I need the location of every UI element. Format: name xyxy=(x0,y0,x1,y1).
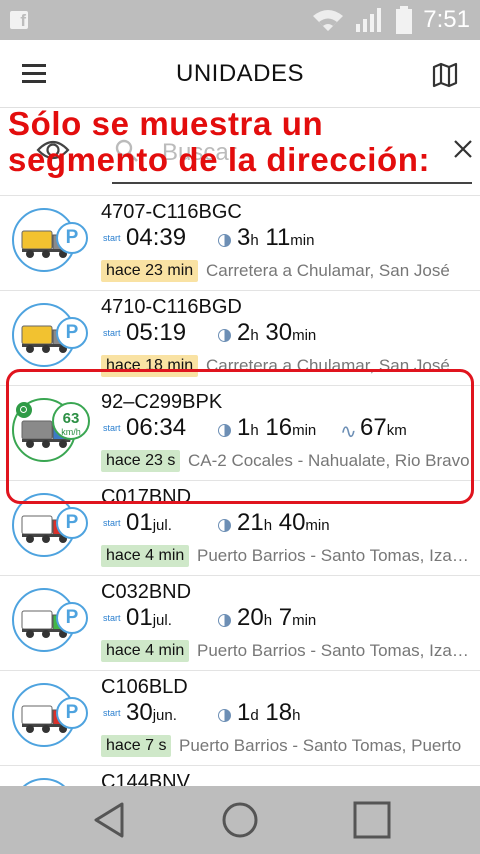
parked-badge: P xyxy=(56,697,88,729)
facebook-icon: f xyxy=(10,11,28,30)
address: Puerto Barrios - Santo Tomas, Izabal xyxy=(197,641,470,660)
signal-icon xyxy=(356,8,382,32)
speed-badge: 63 km/h xyxy=(52,402,90,440)
navigation-bar xyxy=(0,786,480,854)
start-label: start xyxy=(103,423,121,433)
parked-badge: P xyxy=(56,602,88,634)
distance-icon: ∿ xyxy=(340,421,357,443)
parked-badge: P xyxy=(56,222,88,254)
close-icon[interactable] xyxy=(452,138,474,160)
duration: 1h 16min xyxy=(237,414,317,441)
unit-name: 4707-C116BGC xyxy=(101,201,242,223)
search-icon xyxy=(115,139,138,162)
unit-name: 92–C299BPK xyxy=(101,391,223,413)
search-underline xyxy=(112,182,472,184)
unit-row[interactable]: P C017BND start 01jul. 21h 40min hace 4 min Pu… xyxy=(0,481,480,576)
search-bar xyxy=(0,108,480,196)
status-bar: f 7:51 xyxy=(0,0,480,40)
recent-apps-icon[interactable] xyxy=(352,800,392,840)
duration: 2h 30min xyxy=(237,319,317,346)
unit-list: P 4707-C116BGC start 04:39 3h 11min hace 23 m… xyxy=(0,196,480,854)
last-update-badge: hace 18 min xyxy=(101,355,199,377)
key-icon xyxy=(16,402,32,418)
distance: 67km xyxy=(360,414,407,441)
duration: 21h 40min xyxy=(237,509,330,536)
wifi-icon xyxy=(313,10,344,31)
start-time: 01jul. xyxy=(126,509,172,536)
parked-badge: P xyxy=(56,507,88,539)
unit-row[interactable]: P 4707-C116BGC start 04:39 3h 11min hace 23 m… xyxy=(0,196,480,291)
map-icon[interactable] xyxy=(432,62,458,88)
search-input[interactable] xyxy=(162,136,412,170)
start-time: 04:39 xyxy=(126,224,187,251)
unit-name: C106BLD xyxy=(101,676,188,698)
page-title: UNIDADES xyxy=(175,60,305,87)
unit-row[interactable]: P C106BLD start 30jun. 1d 18h hace 7 s Puerto … xyxy=(0,671,480,766)
last-update-badge: hace 23 s xyxy=(101,450,181,472)
last-update-badge: hace 7 s xyxy=(101,735,172,757)
parked-badge: P xyxy=(56,317,88,349)
duration: 20h 7min xyxy=(237,604,317,631)
back-icon[interactable] xyxy=(90,800,130,840)
start-label: start xyxy=(103,233,121,243)
unit-name: 4710-C116BGD xyxy=(101,296,242,318)
last-update-badge: hace 4 min xyxy=(101,545,190,567)
last-update-badge: hace 23 min xyxy=(101,260,199,282)
duration: 1d 18h xyxy=(237,699,301,726)
start-label: start xyxy=(103,613,121,623)
battery-icon xyxy=(396,6,413,34)
address: Carretera a Chulamar, San José xyxy=(206,261,450,280)
eye-icon[interactable] xyxy=(36,138,70,162)
duration-icon xyxy=(218,424,231,437)
duration-icon xyxy=(218,709,231,722)
start-time: 06:34 xyxy=(126,414,187,441)
duration-icon xyxy=(218,614,231,627)
address: CA-2 Cocales - Nahualate, Rio Bravo xyxy=(188,451,470,470)
start-label: start xyxy=(103,328,121,338)
address: Puerto Barrios - Santo Tomas, Puerto xyxy=(179,736,462,755)
duration: 3h 11min xyxy=(237,224,315,251)
start-time: 01jul. xyxy=(126,604,172,631)
duration-icon xyxy=(218,329,231,342)
last-update-badge: hace 4 min xyxy=(101,640,190,662)
app-bar: UNIDADES xyxy=(0,40,480,108)
duration-icon xyxy=(218,234,231,247)
unit-name: C017BND xyxy=(101,486,192,508)
unit-name: C032BND xyxy=(101,581,192,603)
status-icons: 7:51 xyxy=(311,4,470,36)
unit-row[interactable]: P C032BND start 01jul. 20h 7min hace 4 min Pue… xyxy=(0,576,480,671)
unit-row[interactable]: P 4710-C116BGD start 05:19 2h 30min hace 18 m… xyxy=(0,291,480,386)
start-time: 30jun. xyxy=(126,699,177,726)
start-label: start xyxy=(103,518,121,528)
address: Puerto Barrios - Santo Tomas, Izabal xyxy=(197,546,470,565)
clock: 7:51 xyxy=(423,6,470,33)
unit-row[interactable]: 63 km/h 92–C299BPK start 06:34 1h 16min ∿ 67km h… xyxy=(0,386,480,481)
address: Carretera a Chulamar, San José xyxy=(206,356,450,375)
start-time: 05:19 xyxy=(126,319,187,346)
duration-icon xyxy=(218,519,231,532)
start-label: start xyxy=(103,708,121,718)
home-icon[interactable] xyxy=(220,800,260,840)
